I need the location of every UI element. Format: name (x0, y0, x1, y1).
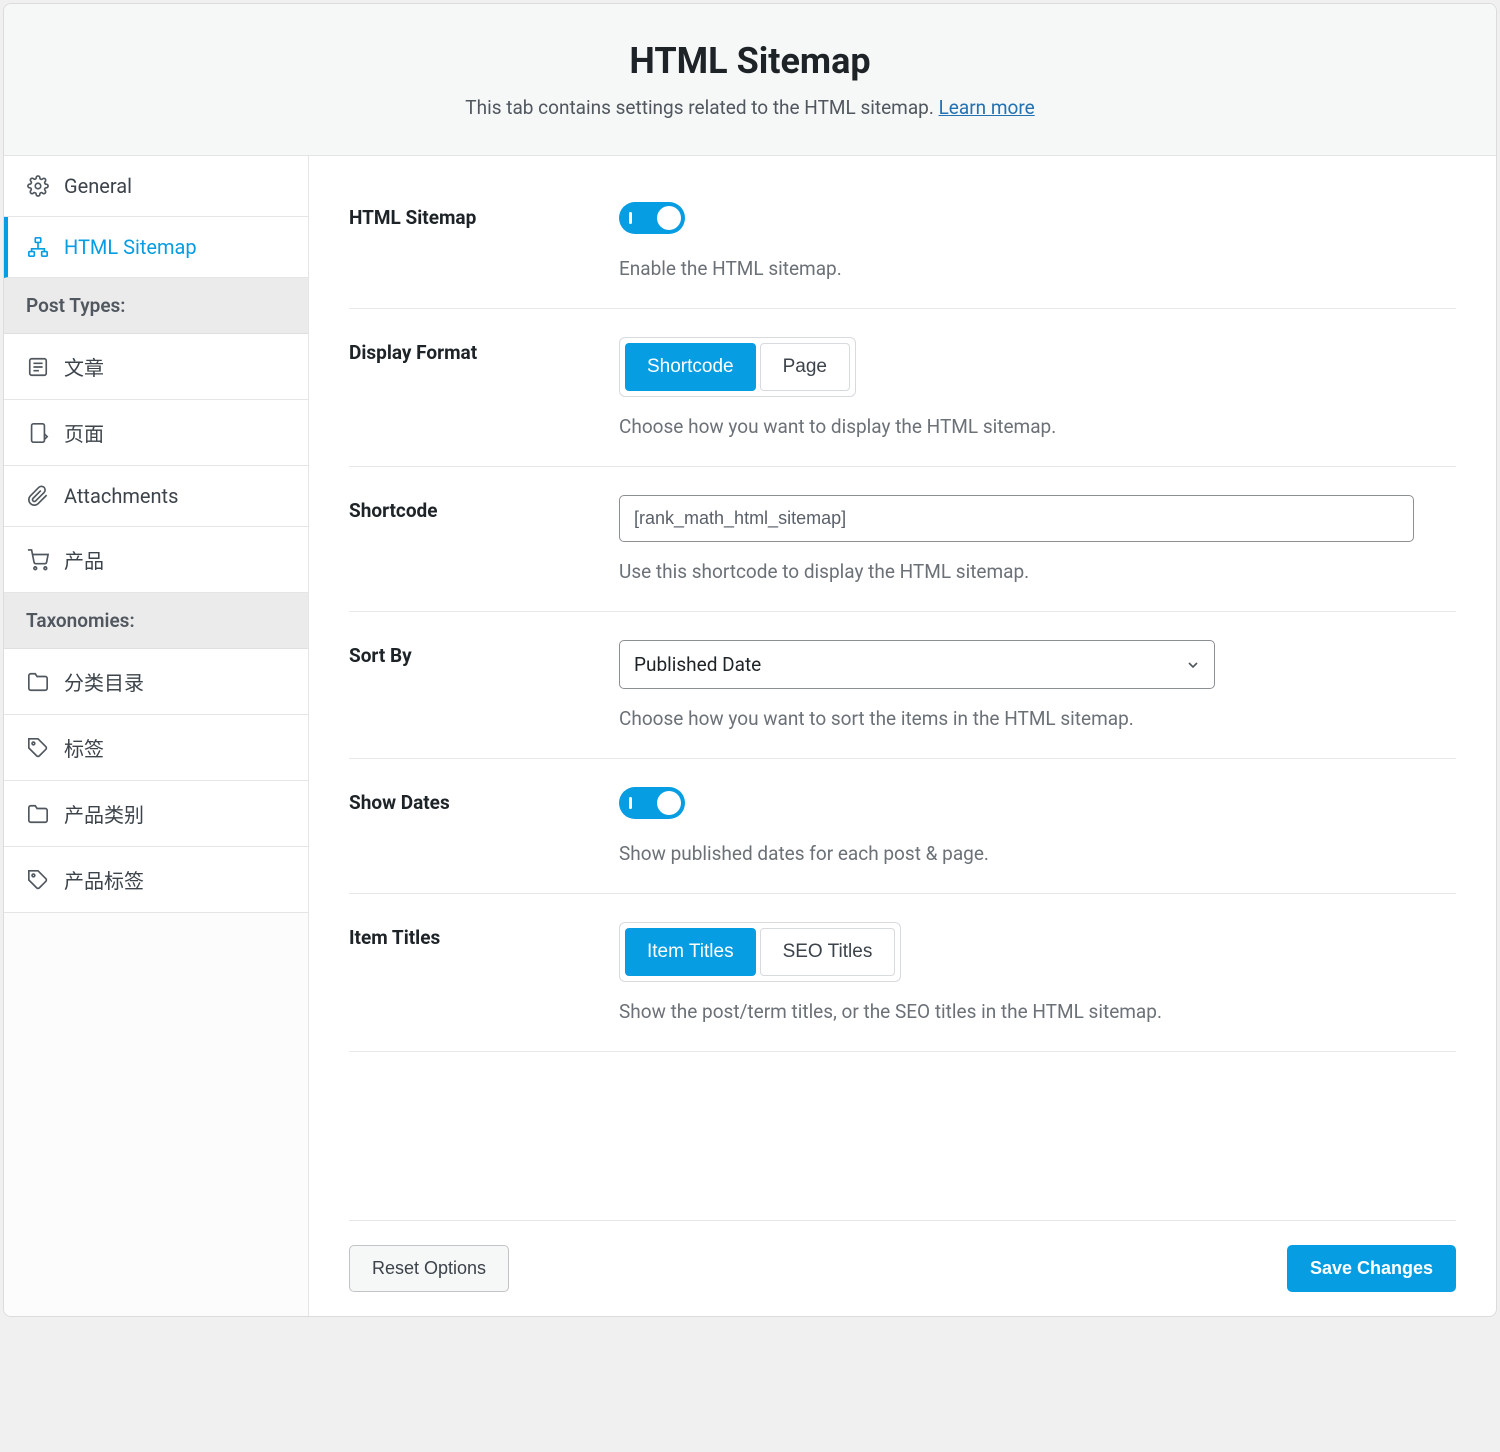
display-format-shortcode-button[interactable]: Shortcode (625, 343, 756, 391)
sidebar-item-product-tags[interactable]: 产品标签 (4, 847, 308, 912)
sidebar-item-label: HTML Sitemap (64, 235, 197, 259)
sidebar-item-products[interactable]: 产品 (4, 527, 308, 593)
sidebar-group-taxonomies: Taxonomies: (4, 593, 308, 649)
page-subtitle: This tab contains settings related to th… (24, 96, 1476, 119)
page-icon (26, 421, 50, 445)
sidebar-item-html-sitemap[interactable]: HTML Sitemap (4, 217, 308, 278)
tag-icon (26, 736, 50, 760)
sidebar-item-label: Attachments (64, 484, 178, 508)
tag-icon (26, 868, 50, 892)
sidebar-item-general[interactable]: General (4, 156, 308, 217)
page-title: HTML Sitemap (24, 40, 1476, 82)
show-dates-toggle[interactable] (619, 787, 685, 819)
clip-icon (26, 484, 50, 508)
setting-row-show-dates: Show Dates Show published dates for each… (349, 759, 1456, 894)
display-format-page-button[interactable]: Page (760, 343, 850, 391)
setting-desc: Show the post/term titles, or the SEO ti… (619, 1000, 1456, 1023)
sidebar-item-label: 页面 (64, 418, 104, 447)
sidebar-item-tags[interactable]: 标签 (4, 715, 308, 781)
sidebar-item-product-categories[interactable]: 产品类别 (4, 781, 308, 847)
setting-label: Item Titles (349, 922, 619, 1023)
setting-row-item-titles: Item Titles Item Titles SEO Titles Show … (349, 894, 1456, 1052)
cart-icon (26, 548, 50, 572)
setting-label: HTML Sitemap (349, 202, 619, 280)
setting-row-sort-by: Sort By Published Date Choose how you wa… (349, 612, 1456, 759)
sidebar-item-pages[interactable]: 页面 (4, 400, 308, 466)
sidebar-group-post-types: Post Types: (4, 278, 308, 334)
sidebar-item-attachments[interactable]: Attachments (4, 466, 308, 527)
setting-row-html-sitemap: HTML Sitemap Enable the HTML sitemap. (349, 196, 1456, 309)
sidebar-item-categories[interactable]: 分类目录 (4, 649, 308, 715)
sidebar: General HTML Sitemap Post Types: 文章 页 (4, 156, 309, 1316)
content-area: HTML Sitemap Enable the HTML sitemap. Di… (309, 156, 1496, 1316)
post-icon (26, 355, 50, 379)
folder-icon (26, 670, 50, 694)
display-format-group: Shortcode Page (619, 337, 856, 397)
setting-row-display-format: Display Format Shortcode Page Choose how… (349, 309, 1456, 467)
sidebar-item-label: 分类目录 (64, 667, 144, 696)
folder-icon (26, 802, 50, 826)
sidebar-item-label: 标签 (64, 733, 104, 762)
sidebar-item-label: 产品类别 (64, 799, 144, 828)
setting-desc: Show published dates for each post & pag… (619, 842, 1456, 865)
settings-panel: HTML Sitemap This tab contains settings … (3, 3, 1497, 1317)
item-titles-seo-button[interactable]: SEO Titles (760, 928, 896, 976)
setting-label: Show Dates (349, 787, 619, 865)
setting-label: Sort By (349, 640, 619, 730)
sidebar-item-label: 产品标签 (64, 865, 144, 894)
sidebar-item-label: 产品 (64, 545, 104, 574)
item-titles-item-button[interactable]: Item Titles (625, 928, 756, 976)
sidebar-item-label: General (64, 174, 132, 198)
html-sitemap-toggle[interactable] (619, 202, 685, 234)
learn-more-link[interactable]: Learn more (939, 96, 1035, 119)
setting-desc: Use this shortcode to display the HTML s… (619, 560, 1456, 583)
sidebar-item-posts[interactable]: 文章 (4, 334, 308, 400)
save-changes-button[interactable]: Save Changes (1287, 1245, 1456, 1292)
shortcode-input[interactable] (619, 495, 1414, 542)
setting-desc: Choose how you want to display the HTML … (619, 415, 1456, 438)
setting-row-shortcode: Shortcode Use this shortcode to display … (349, 467, 1456, 612)
setting-label: Shortcode (349, 495, 619, 583)
panel-footer: Reset Options Save Changes (349, 1220, 1456, 1316)
panel-body: General HTML Sitemap Post Types: 文章 页 (4, 156, 1496, 1316)
setting-label: Display Format (349, 337, 619, 438)
panel-header: HTML Sitemap This tab contains settings … (4, 4, 1496, 156)
sidebar-item-label: 文章 (64, 352, 104, 381)
item-titles-group: Item Titles SEO Titles (619, 922, 901, 982)
reset-options-button[interactable]: Reset Options (349, 1245, 509, 1292)
setting-desc: Enable the HTML sitemap. (619, 257, 1456, 280)
sitemap-icon (26, 235, 50, 259)
sort-by-select[interactable]: Published Date (619, 640, 1215, 689)
gear-icon (26, 174, 50, 198)
setting-desc: Choose how you want to sort the items in… (619, 707, 1456, 730)
